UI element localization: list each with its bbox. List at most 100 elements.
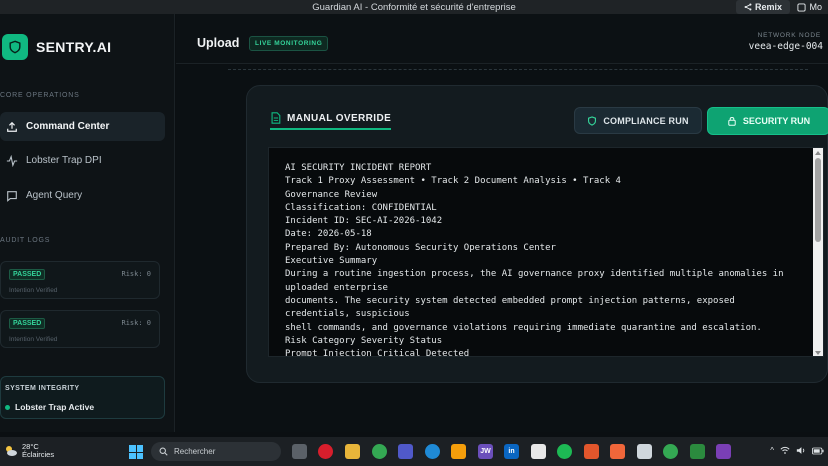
report-line: Prepared By: Autonomous Security Operati… (285, 242, 556, 253)
report-line: Date: 2026-05-18 (285, 229, 372, 240)
windows-start-icon[interactable] (129, 445, 143, 459)
log-note: Intention Verified (9, 336, 58, 343)
report-line: documents. The security system detected … (285, 295, 741, 320)
system-integrity-card: SYSTEM INTEGRITY Lobster Trap Active (0, 376, 165, 419)
remix-label: Remix (754, 2, 782, 12)
more-button[interactable]: Mo (791, 0, 828, 14)
compliance-run-button[interactable]: COMPLIANCE RUN (574, 107, 702, 134)
upload-icon (7, 121, 17, 132)
report-content: AI SECURITY INCIDENT REPORT Track 1 Proxy… (285, 162, 805, 357)
report-line: Classification: CONFIDENTIAL (285, 202, 437, 213)
brand[interactable]: SENTRY.AI (0, 34, 111, 60)
app-icon[interactable] (584, 444, 599, 459)
audit-log-item[interactable]: PASSED Risk: 0 Intention Verified (0, 261, 160, 299)
live-monitoring-badge: LIVE MONITORING (249, 36, 329, 51)
report-scrollbar[interactable] (813, 148, 823, 356)
lock-icon (728, 117, 736, 126)
system-integrity-label: SYSTEM INTEGRITY (5, 385, 80, 392)
panel-title: MANUAL OVERRIDE (270, 112, 392, 130)
compliance-run-label: COMPLIANCE RUN (603, 115, 689, 126)
report-line: Prompt Injection Critical Detected (285, 349, 470, 357)
report-line: Incident ID: SEC-AI-2026-1042 (285, 216, 443, 227)
sidebar-item-command-center[interactable]: Command Center (0, 112, 165, 141)
taskbar-search[interactable]: Rechercher (151, 442, 281, 461)
taskbar: 28°C Éclaircies Rechercher JW in ^ (0, 437, 828, 466)
edge-icon[interactable] (425, 444, 440, 459)
report-line: Risk Category Severity Status (285, 335, 443, 346)
weather-condition: Éclaircies (22, 450, 55, 459)
wifi-icon[interactable] (780, 446, 790, 455)
app-icon[interactable] (716, 444, 731, 459)
opera-icon[interactable] (318, 444, 333, 459)
sidebar: SENTRY.AI CORE OPERATIONS Command Center… (0, 14, 175, 432)
dropzone-border (228, 69, 808, 70)
scroll-down-icon[interactable] (815, 351, 821, 355)
browser-icon[interactable] (451, 444, 466, 459)
battery-icon[interactable] (812, 447, 824, 455)
scroll-up-icon[interactable] (815, 151, 821, 155)
weather-icon (6, 446, 17, 456)
file-explorer-icon[interactable] (345, 444, 360, 459)
app-icon[interactable] (531, 444, 546, 459)
task-view-icon[interactable] (292, 444, 307, 459)
search-placeholder: Rechercher (174, 447, 216, 456)
spotify-icon[interactable] (557, 444, 572, 459)
system-tray[interactable]: ^ (770, 446, 824, 455)
share-icon (744, 3, 752, 11)
window-icon (797, 2, 807, 12)
security-run-button[interactable]: SECURITY RUN (707, 107, 828, 135)
window-title: Guardian AI - Conformité et sécurité d'e… (312, 1, 516, 13)
shield-icon (588, 115, 597, 126)
page-header: Upload LIVE MONITORING NETWORK NODE veea… (176, 14, 828, 64)
chevron-up-icon[interactable]: ^ (770, 446, 774, 455)
app-icon[interactable] (690, 444, 705, 459)
chrome-icon[interactable] (372, 444, 387, 459)
status-badge: PASSED (9, 269, 46, 280)
report-line: AI SECURITY INCIDENT REPORT (285, 163, 432, 173)
page-title: Upload (197, 36, 240, 50)
app-jw-icon[interactable]: JW (478, 444, 493, 459)
linkedin-icon[interactable]: in (504, 444, 519, 459)
scroll-thumb[interactable] (815, 158, 821, 242)
network-node-label: NETWORK NODE (757, 32, 821, 39)
core-operations-label: CORE OPERATIONS (0, 92, 80, 99)
sidebar-item-agent-query[interactable]: Agent Query (0, 181, 165, 210)
sidebar-item-label: Agent Query (26, 190, 83, 201)
report-line: Executive Summary (285, 256, 378, 267)
report-line: Track 1 Proxy Assessment • Track 2 Docum… (285, 176, 621, 187)
log-note: Intention Verified (9, 287, 58, 294)
remix-button[interactable]: Remix (735, 0, 790, 14)
sidebar-item-label: Lobster Trap DPI (26, 155, 102, 166)
network-node-value: veea-edge-004 (748, 41, 823, 52)
shield-icon (2, 34, 28, 60)
document-icon (271, 112, 281, 124)
activity-icon (6, 154, 18, 167)
report-line: During a routine ingestion process, the … (285, 269, 789, 293)
integrity-status-text: Lobster Trap Active (15, 402, 95, 412)
window-titlebar: Guardian AI - Conformité et sécurité d'e… (0, 0, 828, 14)
sidebar-item-lobster-trap-dpi[interactable]: Lobster Trap DPI (0, 146, 165, 175)
calculator-icon[interactable] (637, 444, 652, 459)
security-run-label: SECURITY RUN (742, 116, 811, 126)
brand-name: SENTRY.AI (36, 39, 112, 55)
risk-score: Risk: 0 (121, 319, 151, 327)
teams-icon[interactable] (398, 444, 413, 459)
figma-icon[interactable] (610, 444, 625, 459)
panel-title-text: MANUAL OVERRIDE (287, 112, 392, 124)
status-badge: PASSED (9, 318, 46, 329)
status-dot-icon (5, 404, 10, 410)
report-textarea[interactable]: AI SECURITY INCIDENT REPORT Track 1 Proxy… (268, 147, 824, 357)
message-icon (7, 190, 17, 202)
search-icon (159, 447, 168, 456)
manual-override-panel: MANUAL OVERRIDE COMPLIANCE RUN SECURITY … (246, 85, 828, 383)
report-line: Governance Review (285, 189, 378, 200)
weather-widget[interactable]: 28°C Éclaircies (4, 443, 54, 459)
report-line: shell commands, and governance violation… (285, 322, 762, 333)
audit-log-item[interactable]: PASSED Risk: 0 Intention Verified (0, 310, 160, 348)
more-label: Mo (809, 2, 822, 12)
volume-icon[interactable] (796, 446, 806, 455)
audit-logs-label: AUDIT LOGS (0, 237, 51, 244)
chrome-icon[interactable] (663, 444, 678, 459)
sidebar-item-label: Command Center (26, 121, 110, 132)
risk-score: Risk: 0 (121, 270, 151, 278)
